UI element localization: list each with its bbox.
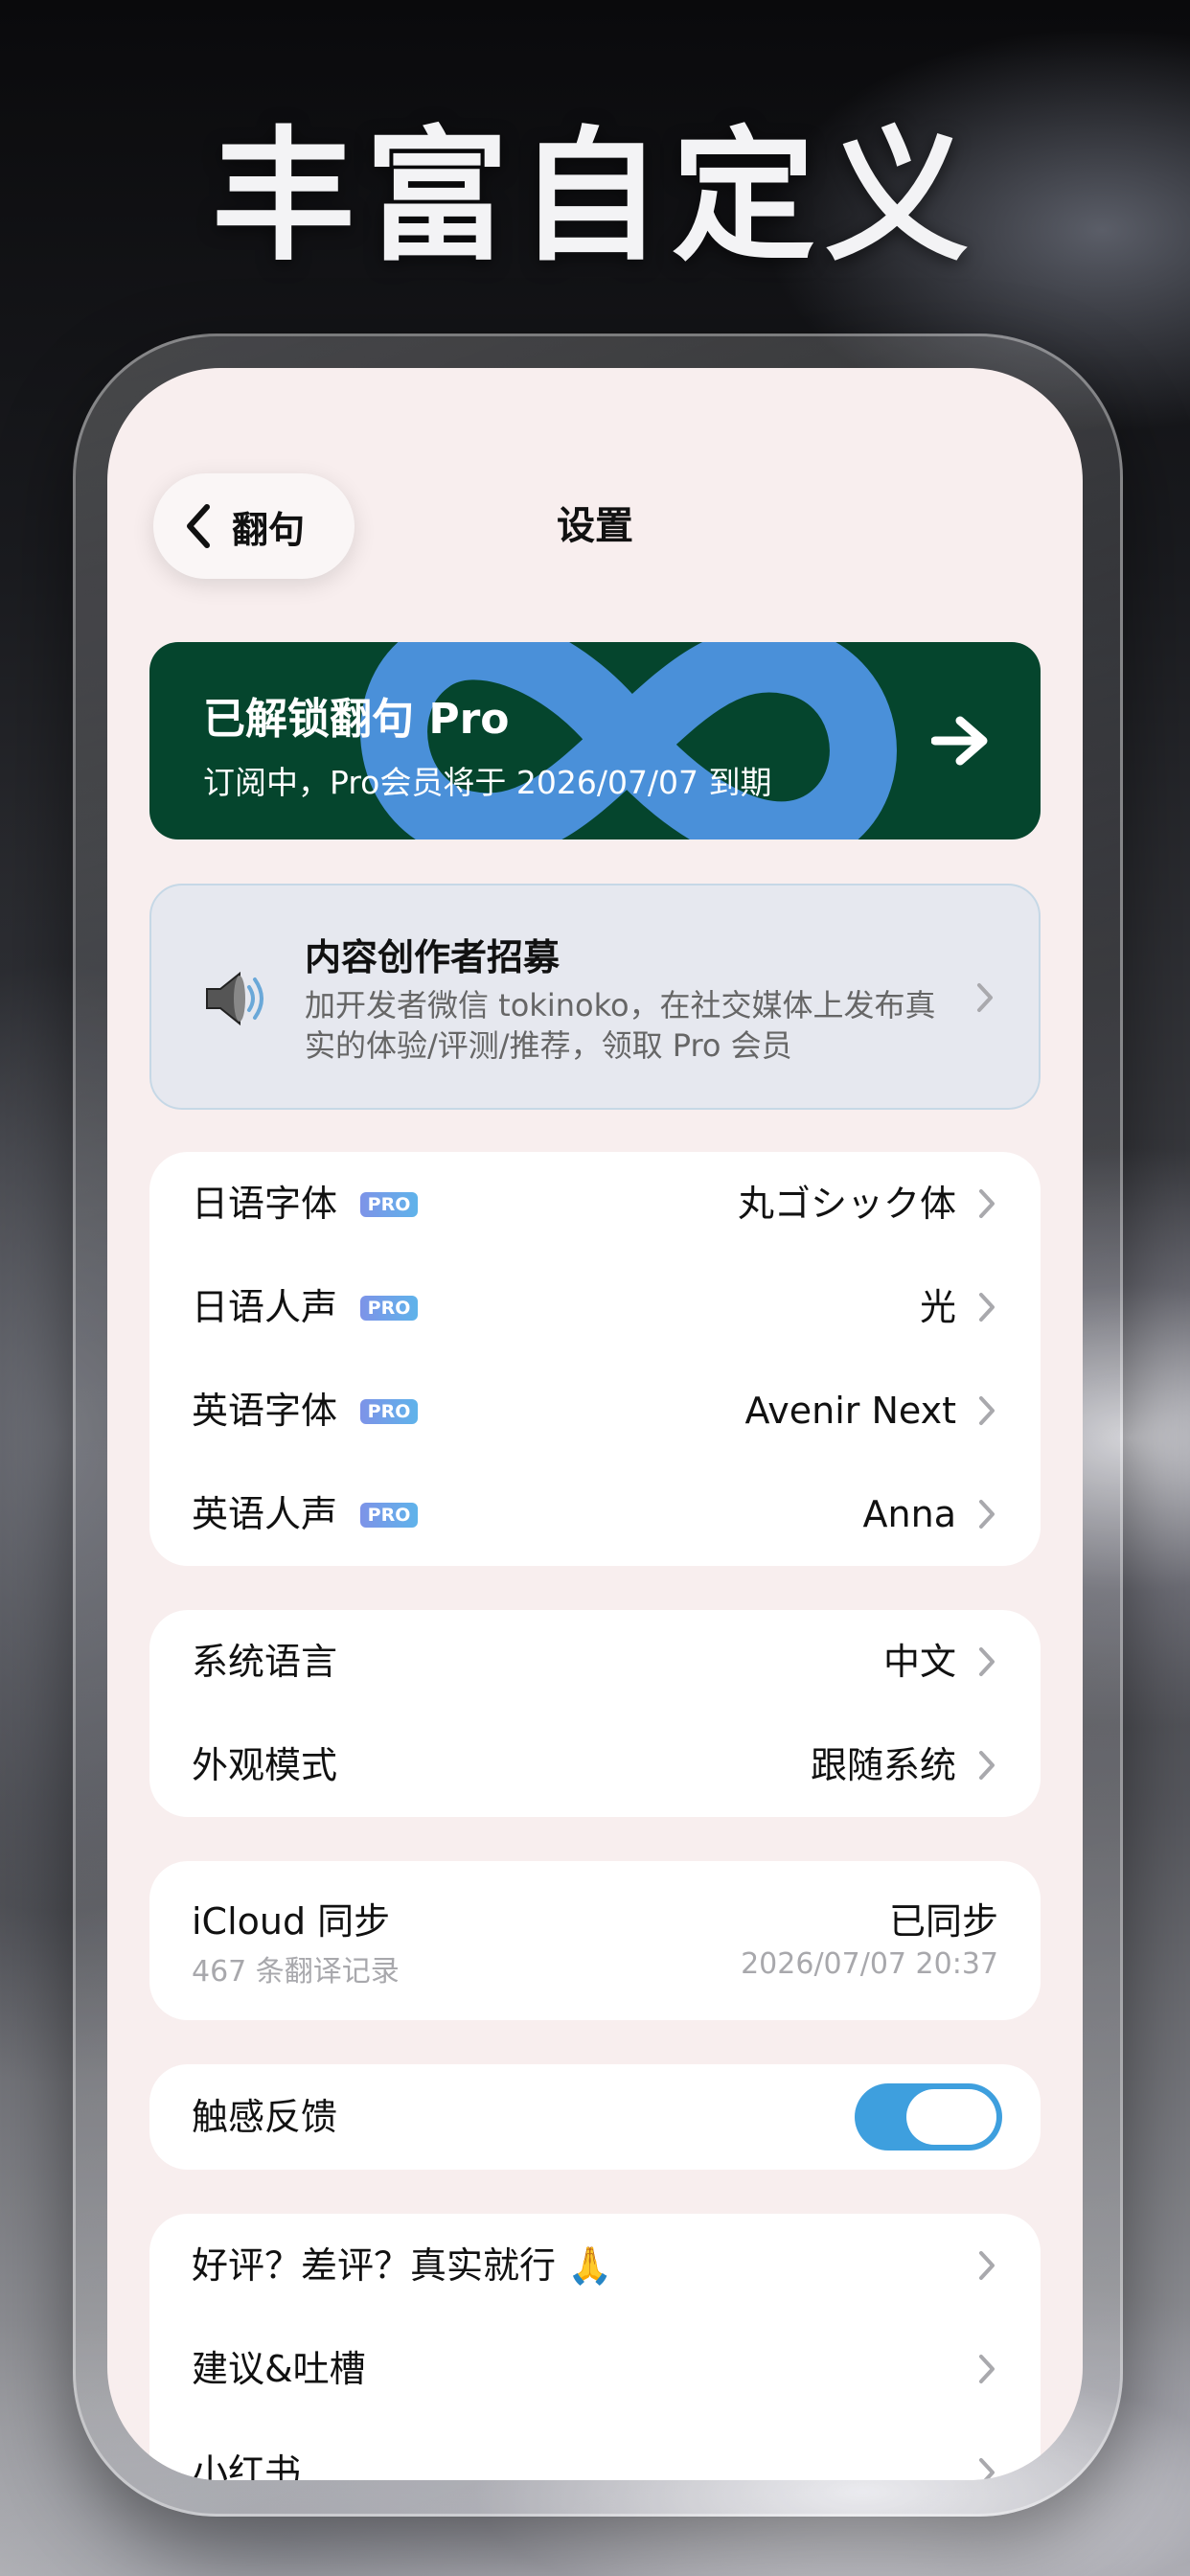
pro-status-banner[interactable]: 已解锁翻句 Pro 订阅中，Pro会员将于 2026/07/07 到期: [149, 642, 1041, 840]
setting-row-xiaohongshu[interactable]: 小红书: [149, 2421, 1041, 2480]
haptics-toggle[interactable]: [855, 2083, 1002, 2150]
chevron-right-icon: [979, 1189, 995, 1218]
creator-recruit-card[interactable]: 内容创作者招募 加开发者微信 tokinoko，在社交媒体上发布真实的体验/评测…: [149, 884, 1041, 1110]
setting-label: 好评？差评？真实就行 🙏: [192, 2244, 613, 2287]
promo-headline: 丰富自定义: [211, 112, 978, 281]
creator-card-title: 内容创作者招募: [305, 936, 561, 978]
speaker-icon: [206, 971, 263, 1026]
chevron-right-icon: [979, 1647, 995, 1676]
setting-row-system-language[interactable]: 系统语言 中文: [149, 1610, 1041, 1714]
icloud-sync-status: 已同步: [888, 1900, 998, 1943]
setting-value: 中文: [882, 1641, 956, 1683]
chevron-right-icon: [979, 1751, 995, 1780]
chevron-right-icon: [979, 2458, 995, 2480]
setting-value: Avenir Next: [744, 1390, 956, 1432]
setting-label: 英语人声: [192, 1493, 338, 1535]
chevron-right-icon: [979, 1396, 995, 1425]
pro-badge: PRO: [360, 1503, 418, 1528]
setting-row-jp-font[interactable]: 日语字体 PRO 丸ゴシック体: [149, 1152, 1041, 1255]
setting-label: 英语字体: [192, 1390, 338, 1432]
settings-screen: 翻句 设置 已解锁翻句 Pro 订阅中，Pro会员将于 2026/07/07 到…: [107, 368, 1083, 2480]
setting-label: 系统语言: [192, 1641, 338, 1683]
pro-badge: PRO: [360, 1296, 418, 1321]
pro-badge: PRO: [360, 1399, 418, 1424]
toggle-knob: [906, 2089, 996, 2145]
setting-row-jp-voice[interactable]: 日语人声 PRO 光: [149, 1255, 1041, 1359]
pro-badge: PRO: [360, 1192, 418, 1217]
feedback-group: 好评？差评？真实就行 🙏 建议&吐槽 小红书: [149, 2214, 1041, 2480]
setting-value: 跟随系统: [810, 1744, 956, 1786]
setting-label: 触感反馈: [192, 2096, 338, 2138]
pro-banner-subtitle: 订阅中，Pro会员将于 2026/07/07 到期: [203, 764, 772, 801]
icloud-record-count: 467 条翻译记录: [192, 1955, 400, 1989]
page-title: 设置: [557, 504, 633, 548]
icloud-sync-timestamp: 2026/07/07 20:37: [741, 1947, 998, 1981]
setting-row-review[interactable]: 好评？差评？真实就行 🙏: [149, 2214, 1041, 2317]
haptics-group: 触感反馈: [149, 2064, 1041, 2170]
setting-label: 日语字体: [192, 1183, 338, 1225]
chevron-right-icon: [977, 983, 993, 1012]
setting-value: 光: [919, 1286, 956, 1328]
setting-row-haptics: 触感反馈: [149, 2064, 1041, 2170]
arrow-right-icon: [931, 716, 988, 766]
setting-label: 小红书: [192, 2451, 302, 2480]
chevron-right-icon: [979, 2251, 995, 2280]
setting-label: 日语人声: [192, 1286, 338, 1328]
chevron-right-icon: [979, 1500, 995, 1529]
setting-value: 丸ゴシック体: [737, 1183, 956, 1225]
navigation-bar: 翻句 设置: [107, 473, 1083, 579]
setting-row-en-voice[interactable]: 英语人声 PRO Anna: [149, 1462, 1041, 1566]
setting-value: Anna: [862, 1493, 956, 1535]
creator-card-description: 加开发者微信 tokinoko，在社交媒体上发布真实的体验/评测/推荐，领取 P…: [305, 987, 936, 1064]
setting-row-appearance[interactable]: 外观模式 跟随系统: [149, 1714, 1041, 1817]
setting-label: 外观模式: [192, 1744, 338, 1786]
setting-row-en-font[interactable]: 英语字体 PRO Avenir Next: [149, 1359, 1041, 1462]
voice-font-group: 日语字体 PRO 丸ゴシック体 日语人声 PRO 光 英语字体 PRO Aven…: [149, 1152, 1041, 1566]
setting-label: 建议&吐槽: [192, 2348, 366, 2390]
system-group: 系统语言 中文 外观模式 跟随系统: [149, 1610, 1041, 1817]
icloud-sync-label: iCloud 同步: [192, 1900, 391, 1943]
pro-banner-title: 已解锁翻句 Pro: [203, 695, 510, 744]
chevron-right-icon: [979, 1293, 995, 1322]
setting-row-suggestions[interactable]: 建议&吐槽: [149, 2317, 1041, 2421]
chevron-right-icon: [979, 2355, 995, 2383]
icloud-sync-group[interactable]: iCloud 同步 已同步 467 条翻译记录 2026/07/07 20:37: [149, 1861, 1041, 2020]
